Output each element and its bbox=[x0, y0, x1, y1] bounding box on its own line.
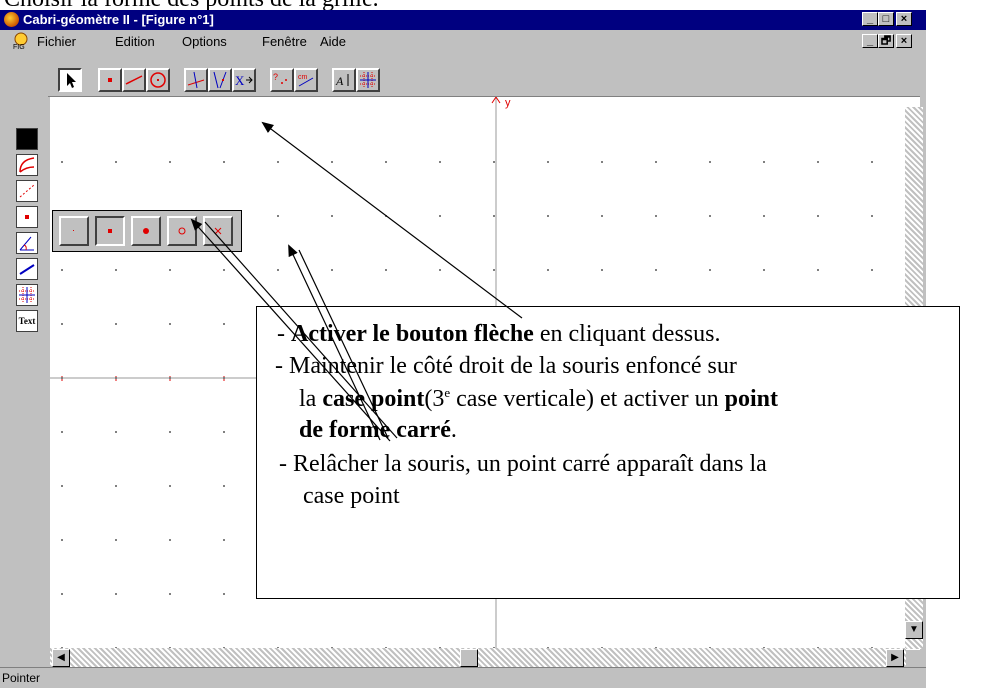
arrow-to-point-palette-shadow bbox=[298, 249, 389, 439]
arrow-to-pointer-button bbox=[261, 121, 523, 319]
annotation-arrows bbox=[190, 121, 523, 442]
arrow-to-square-point bbox=[190, 218, 391, 442]
